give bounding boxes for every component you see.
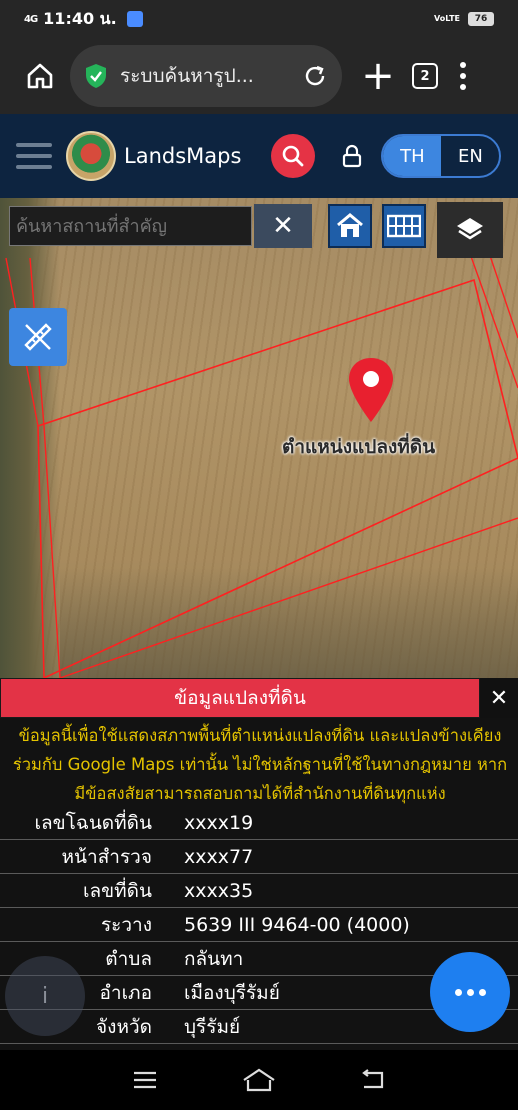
back-icon[interactable]	[360, 1069, 386, 1091]
info-icon: i	[41, 983, 49, 1009]
info-fab[interactable]: i	[5, 956, 85, 1036]
house-icon	[337, 213, 363, 237]
place-search-input[interactable]	[9, 206, 252, 246]
dot-icon	[460, 62, 466, 68]
row-label: เลขที่ดิน	[83, 879, 152, 902]
grid-toggle-button[interactable]	[382, 204, 426, 248]
notification-app-icon	[126, 11, 143, 27]
tab-switcher-button[interactable]: 2	[412, 63, 438, 89]
land-info-title: ข้อมูลแปลงที่ดิน	[0, 678, 480, 718]
dot-icon	[478, 988, 486, 996]
disclaimer-text: ข้อมูลนี้เพื่อใช้แสดงสภาพพื้นที่ตำแหน่งแ…	[0, 718, 518, 806]
site-logo	[66, 131, 116, 181]
map-home-button[interactable]	[328, 204, 372, 248]
home-nav-icon[interactable]	[242, 1068, 276, 1092]
system-nav-bar	[0, 1050, 518, 1110]
hamburger-menu-icon[interactable]	[16, 143, 52, 169]
measure-tool-button[interactable]	[9, 308, 67, 366]
new-tab-button[interactable]: +	[358, 56, 398, 96]
reload-icon[interactable]	[302, 63, 328, 89]
row-value: xxxx19	[184, 811, 254, 834]
dot-icon	[460, 73, 466, 79]
secure-shield-icon	[86, 64, 106, 88]
browser-home-button[interactable]	[14, 50, 66, 102]
signal-indicator: 4G	[24, 13, 38, 25]
row-label: ระวาง	[100, 913, 152, 936]
row-value: xxxx77	[184, 845, 254, 868]
more-options-fab[interactable]	[430, 952, 510, 1032]
url-text: ระบบค้นหารูป...	[120, 65, 254, 87]
table-row: ระวาง 5639 III 9464-00 (4000)	[0, 908, 518, 942]
volte-icon: VoLTE	[434, 14, 460, 23]
close-info-button[interactable]: ✕	[480, 678, 518, 718]
row-value: 5639 III 9464-00 (4000)	[184, 913, 410, 936]
layers-icon	[457, 218, 483, 240]
recent-apps-icon[interactable]	[132, 1070, 158, 1090]
search-button[interactable]	[271, 134, 316, 178]
grid-icon	[387, 214, 421, 238]
lang-en-button[interactable]: EN	[441, 136, 499, 176]
browser-menu-button[interactable]	[460, 62, 466, 90]
battery-icon: 76	[468, 12, 494, 26]
clock: 11:40 น.	[43, 8, 117, 28]
brand-name: LandsMaps	[124, 144, 242, 168]
status-bar: 4G 11:40 น. VoLTE 76	[0, 0, 518, 38]
ruler-pencil-icon	[24, 323, 52, 351]
parcel-boundaries	[5, 237, 518, 678]
browser-toolbar: ระบบค้นหารูป... + 2	[0, 38, 518, 114]
site-header: LandsMaps TH EN	[0, 114, 518, 198]
layers-button[interactable]	[437, 202, 503, 258]
dot-icon	[466, 988, 474, 996]
map-view[interactable]: ✕ ตำแหน่งแปลงที่ดิน	[0, 198, 518, 678]
row-value: xxxx35	[184, 879, 254, 902]
row-label: หน้าสำรวจ	[61, 845, 152, 868]
pin-label: ตำแหน่งแปลงที่ดิน	[282, 436, 436, 458]
search-icon	[283, 145, 304, 167]
lang-th-button[interactable]: TH	[383, 136, 442, 176]
dot-icon	[460, 84, 466, 90]
row-label: เลขโฉนดที่ดิน	[34, 811, 152, 834]
location-pin-icon[interactable]	[346, 356, 396, 424]
dot-icon	[454, 988, 462, 996]
address-bar[interactable]: ระบบค้นหารูป...	[70, 45, 342, 107]
home-icon	[27, 63, 53, 89]
table-row: เลขโฉนดที่ดิน xxxx19	[0, 806, 518, 840]
clear-search-button[interactable]: ✕	[254, 204, 312, 248]
table-row: เลขที่ดิน xxxx35	[0, 874, 518, 908]
language-toggle: TH EN	[381, 134, 502, 178]
table-row: หน้าสำรวจ xxxx77	[0, 840, 518, 874]
lock-icon[interactable]	[341, 144, 363, 168]
